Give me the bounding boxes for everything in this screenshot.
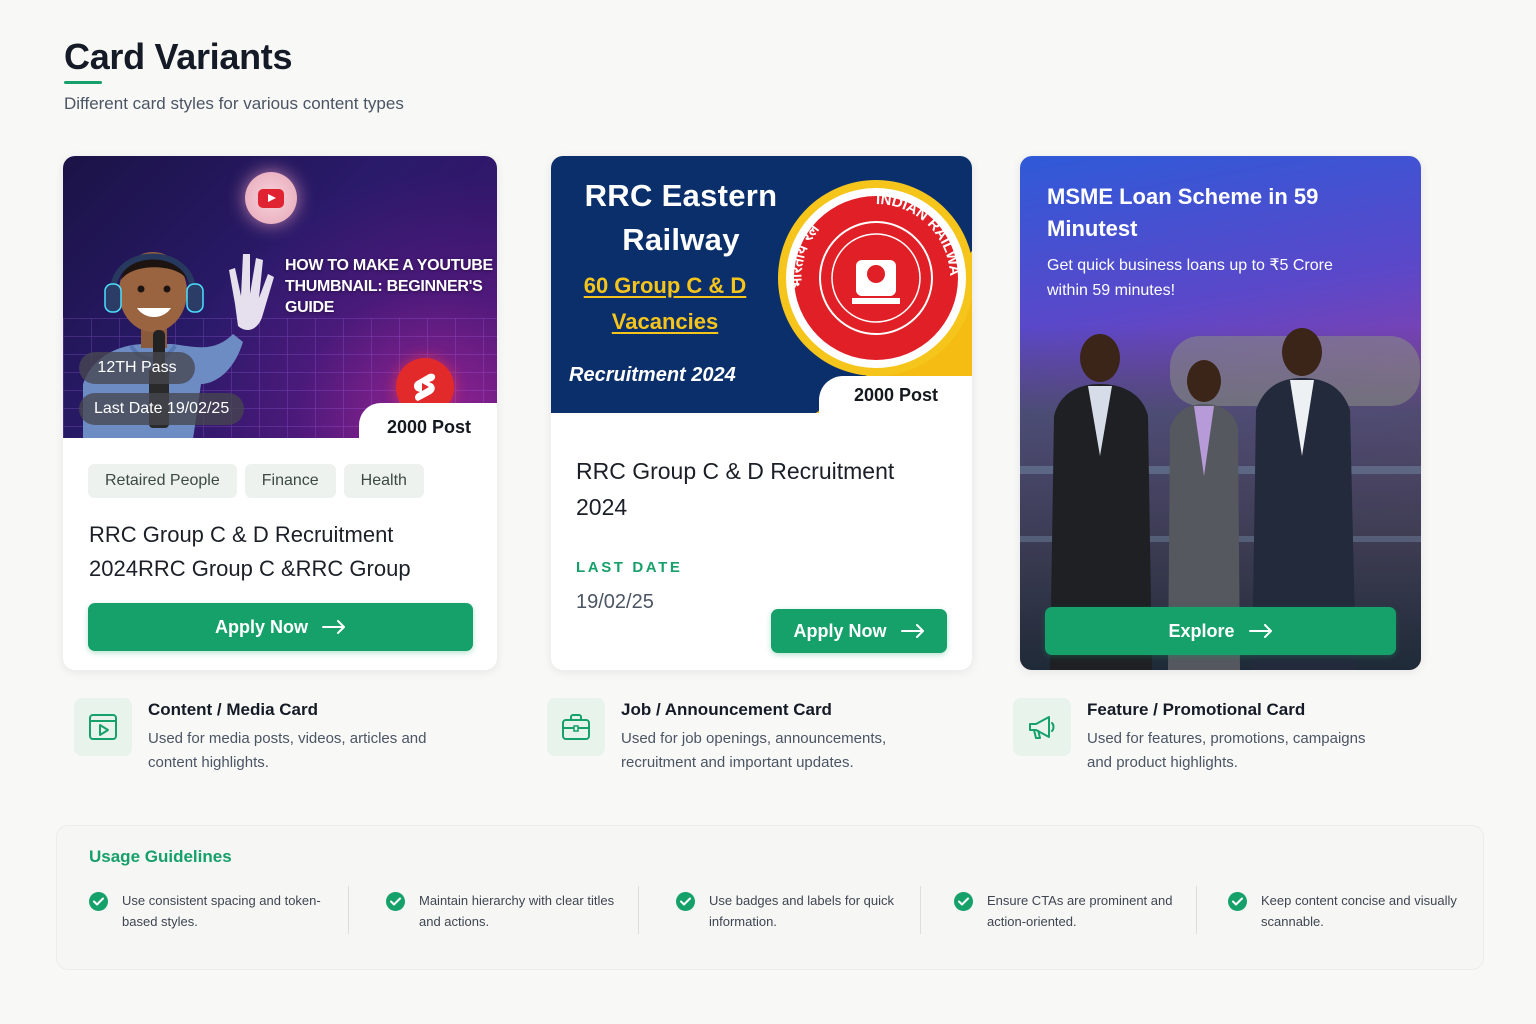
tag-chip[interactable]: Retaired People <box>88 464 237 498</box>
arrow-right-icon <box>1248 624 1272 638</box>
title-underline <box>64 81 102 84</box>
check-icon <box>386 892 405 911</box>
banner-tag: Recruitment 2024 <box>569 364 736 386</box>
thumbnail-headline: HOW TO MAKE A YOUTUBE THUMBNAIL: BEGINNE… <box>285 257 493 316</box>
promo-card[interactable]: MSME Loan Scheme in 59 Minutest Get quic… <box>1020 156 1421 670</box>
check-icon <box>89 892 108 911</box>
apply-now-button[interactable]: Apply Now <box>771 609 947 653</box>
last-date-label: LAST DATE <box>576 559 683 576</box>
post-count-badge: 2000 Post <box>819 376 972 420</box>
guideline-text: Ensure CTAs are prominent and action-ori… <box>987 893 1173 929</box>
descriptor-title: Content / Media Card <box>148 700 319 719</box>
card-title: RRC Group C & D Recruitment 2024 <box>576 458 895 520</box>
last-date-badge: Last Date 19/02/25 <box>79 393 245 425</box>
button-label: Explore <box>1168 620 1235 641</box>
media-card[interactable]: HOW TO MAKE A YOUTUBE THUMBNAIL: BEGINNE… <box>63 156 497 670</box>
arrow-right-icon <box>322 620 345 634</box>
descriptor-title: Feature / Promotional Card <box>1087 700 1306 719</box>
divider <box>638 886 639 934</box>
promo-description: Get quick business loans up to ₹5 Crore … <box>1047 257 1333 299</box>
guideline-text: Maintain hierarchy with clear titles and… <box>419 893 615 929</box>
divider <box>920 886 921 934</box>
tag-chip[interactable]: Health <box>343 464 424 498</box>
job-card[interactable]: INDIAN RAILWAYS भारतीय रेल RRC Eastern R… <box>551 156 972 670</box>
tag-list: Retaired People Finance Health <box>88 464 424 498</box>
promo-title: MSME Loan Scheme in 59 Minutest <box>1047 184 1319 241</box>
banner-title: RRC Eastern Railway <box>584 178 778 257</box>
page-subtitle: Different card styles for various conten… <box>64 94 404 113</box>
media-thumbnail[interactable]: HOW TO MAKE A YOUTUBE THUMBNAIL: BEGINNE… <box>63 156 497 438</box>
banner-subtitle: 60 Group C & D Vacancies <box>583 273 747 334</box>
guideline-text: Keep content concise and visually scanna… <box>1261 893 1457 929</box>
tag-chip[interactable]: Finance <box>244 464 336 498</box>
page-title: Card Variants <box>64 36 293 77</box>
arrow-right-icon <box>900 624 924 638</box>
briefcase-icon <box>547 698 605 756</box>
descriptor-title: Job / Announcement Card <box>621 700 832 719</box>
descriptor-text: Used for media posts, videos, articles a… <box>148 730 427 771</box>
post-count-badge: 2000 Post <box>359 403 497 443</box>
apply-now-button[interactable]: Apply Now <box>88 603 473 651</box>
check-icon <box>1228 892 1247 911</box>
last-date-value: 19/02/25 <box>576 591 654 613</box>
megaphone-icon <box>1013 698 1071 756</box>
youtube-icon <box>245 172 297 224</box>
qualification-badge: 12TH Pass <box>79 352 195 384</box>
usage-guidelines-panel: Usage Guidelines Use consistent spacing … <box>56 825 1484 970</box>
check-icon <box>954 892 973 911</box>
divider <box>1196 886 1197 934</box>
explore-button[interactable]: Explore <box>1045 607 1396 655</box>
guidelines-title: Usage Guidelines <box>89 847 232 866</box>
guideline-text: Use consistent spacing and token-based s… <box>122 893 321 929</box>
button-label: Apply Now <box>215 616 308 637</box>
descriptor-text: Used for features, promotions, campaigns… <box>1087 730 1366 771</box>
job-banner[interactable]: INDIAN RAILWAYS भारतीय रेल RRC Eastern R… <box>551 156 972 413</box>
card-title: RRC Group C & D Recruitment 2024RRC Grou… <box>89 522 411 581</box>
indian-railways-logo: INDIAN RAILWAYS भारतीय रेल <box>776 178 972 376</box>
guideline-text: Use badges and labels for quick informat… <box>709 893 895 929</box>
button-label: Apply Now <box>793 620 887 641</box>
check-icon <box>676 892 695 911</box>
descriptor-text: Used for job openings, announcements, re… <box>621 730 887 771</box>
divider <box>348 886 349 934</box>
media-play-icon <box>74 698 132 756</box>
